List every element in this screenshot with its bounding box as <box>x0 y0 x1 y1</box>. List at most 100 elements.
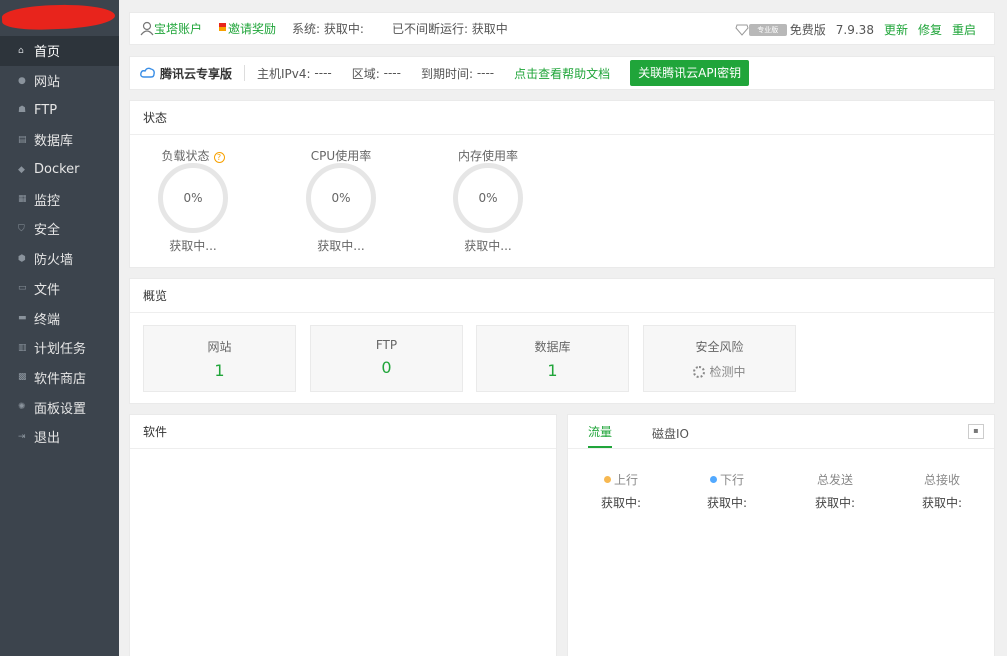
cpu-gauge[interactable]: CPU使用率 0% 获取中... <box>281 135 401 254</box>
account-link[interactable]: 宝塔账户 <box>140 20 202 37</box>
ipv4-label: 主机IPv4: <box>257 66 311 81</box>
traffic-value: 获取中: <box>706 496 748 510</box>
overview-box-database[interactable]: 数据库 1 <box>476 325 629 392</box>
globe-icon: ● <box>18 75 26 86</box>
traffic-label: 总接收 <box>923 473 960 487</box>
traffic-label: 总发送 <box>816 473 853 487</box>
help-doc-link[interactable]: 点击查看帮助文档 <box>514 65 610 82</box>
help-icon[interactable]: ? <box>213 152 225 163</box>
load-label: 负载状态 <box>161 149 210 163</box>
sidebar-item-label: 退出 <box>34 431 61 447</box>
main-content: 宝塔账户 邀请奖励 系统: 获取中: 已不间断运行: 获取中 专业版 免费版 7… <box>119 0 1007 656</box>
traffic-label: 上行 <box>576 471 666 488</box>
gauge-state: 获取中... <box>464 239 512 253</box>
upload-label: 上行 <box>613 473 638 487</box>
version-number: 7.9.38 <box>835 22 874 37</box>
overview-box-website[interactable]: 网站 1 <box>143 325 296 392</box>
traffic-total-received: 总接收 获取中: <box>897 471 987 511</box>
divider <box>244 65 246 81</box>
overview-card: 概览 网站 1 FTP 0 数据库 1 安全风险 检测中 <box>129 278 995 404</box>
sidebar-item-ftp[interactable]: ☗ FTP <box>0 95 119 125</box>
sidebar-item-store[interactable]: ▩ 软件商店 <box>0 363 119 393</box>
sidebar-item-label: 数据库 <box>34 134 74 150</box>
gift-icon <box>219 22 227 31</box>
overview-value: 1 <box>547 361 558 380</box>
tab-traffic[interactable]: 流量 <box>588 423 613 448</box>
pro-badge: 专业版 <box>748 23 787 36</box>
sidebar-item-label: 面板设置 <box>34 401 87 417</box>
region-value: ---- <box>383 66 401 80</box>
monitor-icon: ▦ <box>18 194 27 205</box>
account-label: 宝塔账户 <box>154 22 203 36</box>
tab-disk-io[interactable]: 磁盘IO <box>652 425 689 448</box>
sidebar-item-security[interactable]: ⛉ 安全 <box>0 214 119 244</box>
traffic-value: 获取中: <box>600 496 642 510</box>
terminal-icon: ▬ <box>18 313 27 324</box>
traffic-tabs: 流量 磁盘IO ▪ <box>568 415 994 449</box>
status-title: 状态 <box>130 101 994 135</box>
top-info-bar: 宝塔账户 邀请奖励 系统: 获取中: 已不间断运行: 获取中 专业版 免费版 7… <box>129 12 995 45</box>
sidebar-item-label: 首页 <box>34 45 61 61</box>
invite-link[interactable]: 邀请奖励 <box>218 20 276 37</box>
version-area: 专业版 免费版 7.9.38 更新 修复 重启 <box>735 13 976 46</box>
cloud-brand: 腾讯云专享版 <box>160 66 233 81</box>
uptime-info: 已不间断运行: 获取中 <box>392 20 508 37</box>
database-icon: ▤ <box>18 134 27 145</box>
traffic-value: 获取中: <box>814 496 856 510</box>
sidebar: ⌂ 首页 ● 网站 ☗ FTP ▤ 数据库 ◆ Docker ▦ 监控 ⛉ 安全 ⬢ 防火墙 ▭… <box>0 0 119 656</box>
overview-title: 概览 <box>130 279 994 313</box>
sidebar-item-terminal[interactable]: ▬ 终端 <box>0 303 119 333</box>
gauge-state: 获取中... <box>169 239 217 253</box>
sidebar-item-label: 网站 <box>34 75 61 91</box>
gauge-label: CPU使用率 <box>310 149 372 163</box>
home-icon: ⌂ <box>18 45 24 56</box>
system-label: 系统: <box>292 22 321 36</box>
checking-status: 检测中 <box>644 363 795 380</box>
sidebar-item-label: Docker <box>34 162 80 178</box>
sidebar-item-label: 安全 <box>34 223 61 239</box>
memory-gauge[interactable]: 内存使用率 0% 获取中... <box>428 135 548 254</box>
sidebar-item-home[interactable]: ⌂ 首页 <box>0 36 119 66</box>
ipv4-value: ---- <box>314 66 332 80</box>
gauge-label: 内存使用率 <box>457 149 518 163</box>
restart-link[interactable]: 重启 <box>952 21 976 38</box>
expire-label: 到期时间: <box>420 66 473 81</box>
diamond-icon <box>735 24 749 36</box>
sidebar-item-firewall[interactable]: ⬢ 防火墙 <box>0 244 119 274</box>
traffic-card: 流量 磁盘IO ▪ 上行 获取中: 下行 获取中: 总发送 获取中: 总接收 获… <box>567 414 995 656</box>
gear-icon: ✺ <box>18 402 26 413</box>
spinner-icon <box>693 365 706 378</box>
link-api-key-button[interactable]: 关联腾讯云API密钥 <box>630 60 750 86</box>
sidebar-item-monitor[interactable]: ▦ 监控 <box>0 184 119 214</box>
select-dropdown-button[interactable]: ▪ <box>968 424 984 439</box>
overview-box-security-risk[interactable]: 安全风险 检测中 <box>643 325 796 392</box>
sidebar-item-docker[interactable]: ◆ Docker <box>0 155 119 185</box>
overview-box-ftp[interactable]: FTP 0 <box>310 325 463 392</box>
load-gauge[interactable]: 负载状态? 0% 获取中... <box>133 135 253 254</box>
overview-value: 0 <box>381 358 392 377</box>
overview-value: 检测中 <box>709 365 746 379</box>
traffic-download: 下行 获取中: <box>682 471 772 511</box>
sidebar-item-label: 监控 <box>34 193 61 209</box>
sidebar-item-settings[interactable]: ✺ 面板设置 <box>0 392 119 422</box>
sidebar-item-label: 防火墙 <box>34 253 74 269</box>
overview-value: 1 <box>214 361 225 380</box>
gauge-ring: 0% <box>158 163 228 233</box>
uptime-text: 已不间断运行: 获取中 <box>391 22 508 36</box>
update-link[interactable]: 更新 <box>884 21 908 38</box>
traffic-total-sent: 总发送 获取中: <box>790 471 880 511</box>
sidebar-item-logout[interactable]: ⇥ 退出 <box>0 422 119 452</box>
traffic-value: 获取中: <box>921 496 963 510</box>
gauge-label: 负载状态? <box>133 147 253 163</box>
gauge-value: 0% <box>478 191 498 205</box>
repair-link[interactable]: 修复 <box>918 21 942 38</box>
traffic-label: 下行 <box>682 471 772 488</box>
sidebar-item-website[interactable]: ● 网站 <box>0 66 119 96</box>
download-label: 下行 <box>719 473 744 487</box>
gauge-ring: 0% <box>306 163 376 233</box>
cloud-icon <box>140 67 155 78</box>
sidebar-item-files[interactable]: ▭ 文件 <box>0 274 119 304</box>
sidebar-item-label: 终端 <box>34 312 61 328</box>
sidebar-item-database[interactable]: ▤ 数据库 <box>0 125 119 155</box>
sidebar-item-cron[interactable]: ▥ 计划任务 <box>0 333 119 363</box>
